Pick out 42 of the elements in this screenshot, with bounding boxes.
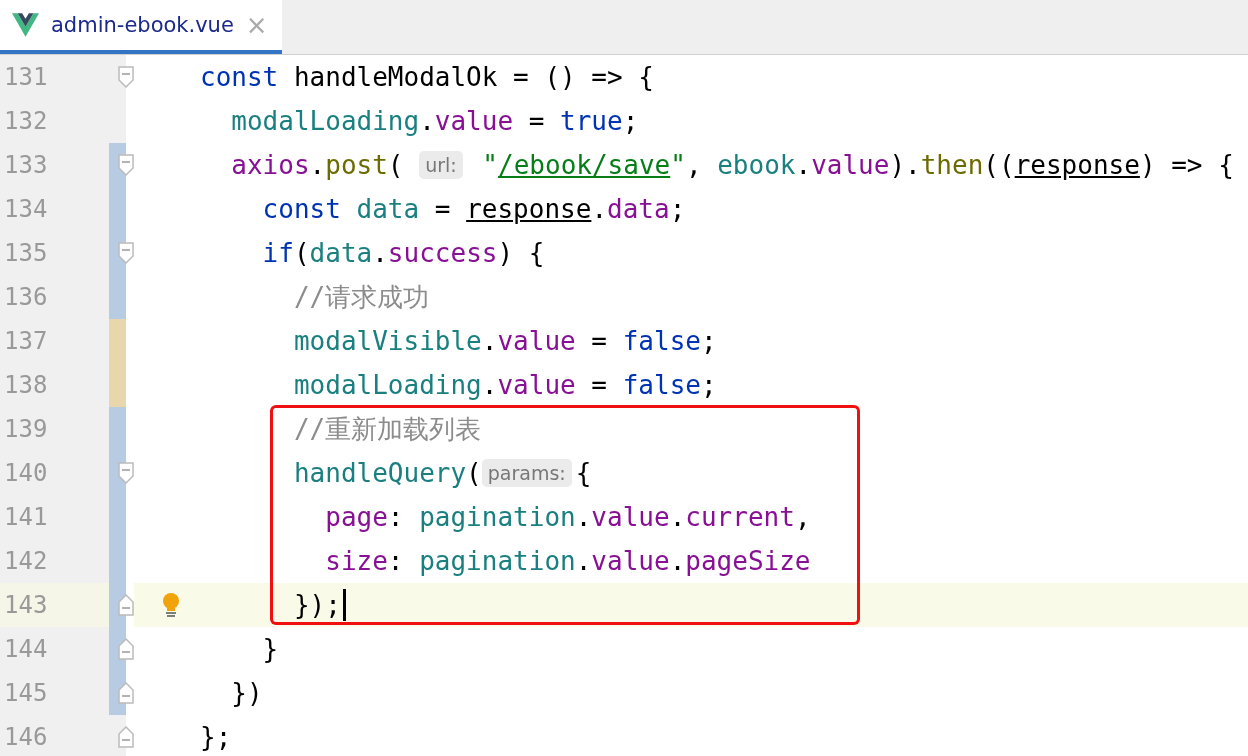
line-number: 142 [3,547,49,575]
code-line: }) [230,677,264,710]
fold-icon[interactable] [118,594,134,616]
line-number: 135 [3,239,49,267]
line-number: 143 [3,591,49,619]
line-number: 132 [3,107,49,135]
code-line: axios.post( url: "/ebook/save", ebook.value).then((response) => { [230,149,1235,182]
line-number: 137 [3,327,49,355]
editor-tab[interactable]: admin-ebook.vue × [0,0,282,54]
fold-icon[interactable] [118,638,134,660]
fold-icon[interactable] [118,154,134,176]
code-line: if(data.success) { [261,237,546,270]
code-line: const handleModalOk = () => { [200,61,655,94]
line-number: 138 [3,371,49,399]
code-line: page: pagination.value.current, [324,501,812,534]
fold-icon[interactable] [118,462,134,484]
code-line: handleQuery( params: { [292,457,593,490]
code-line: //请求成功 [292,280,431,314]
code-line: size: pagination.value.pageSize [324,545,812,578]
code-line: }; [200,721,233,754]
code-line: } [261,633,280,666]
line-number: 133 [3,151,49,179]
fold-icon[interactable] [118,242,134,264]
line-number: 144 [3,635,49,663]
line-number: 131 [3,63,49,91]
fold-icon[interactable] [118,726,134,748]
fold-icon[interactable] [118,682,134,704]
vue-logo-icon [12,13,39,37]
line-number: 134 [3,195,49,223]
code-line: //重新加载列表 [292,412,483,446]
code-line: modalLoading.value = false; [292,369,718,402]
line-number: 139 [3,415,49,443]
code-line: const data = response.data; [261,193,687,226]
line-number: 146 [3,723,49,751]
fold-icon[interactable] [118,66,134,88]
line-number: 141 [3,503,49,531]
lightbulb-icon[interactable] [161,592,181,618]
line-number: 140 [3,459,49,487]
code-line: modalVisible.value = false; [292,325,718,358]
line-number: 145 [3,679,49,707]
code-line: modalLoading.value = true; [230,105,640,138]
line-number: 136 [3,283,49,311]
